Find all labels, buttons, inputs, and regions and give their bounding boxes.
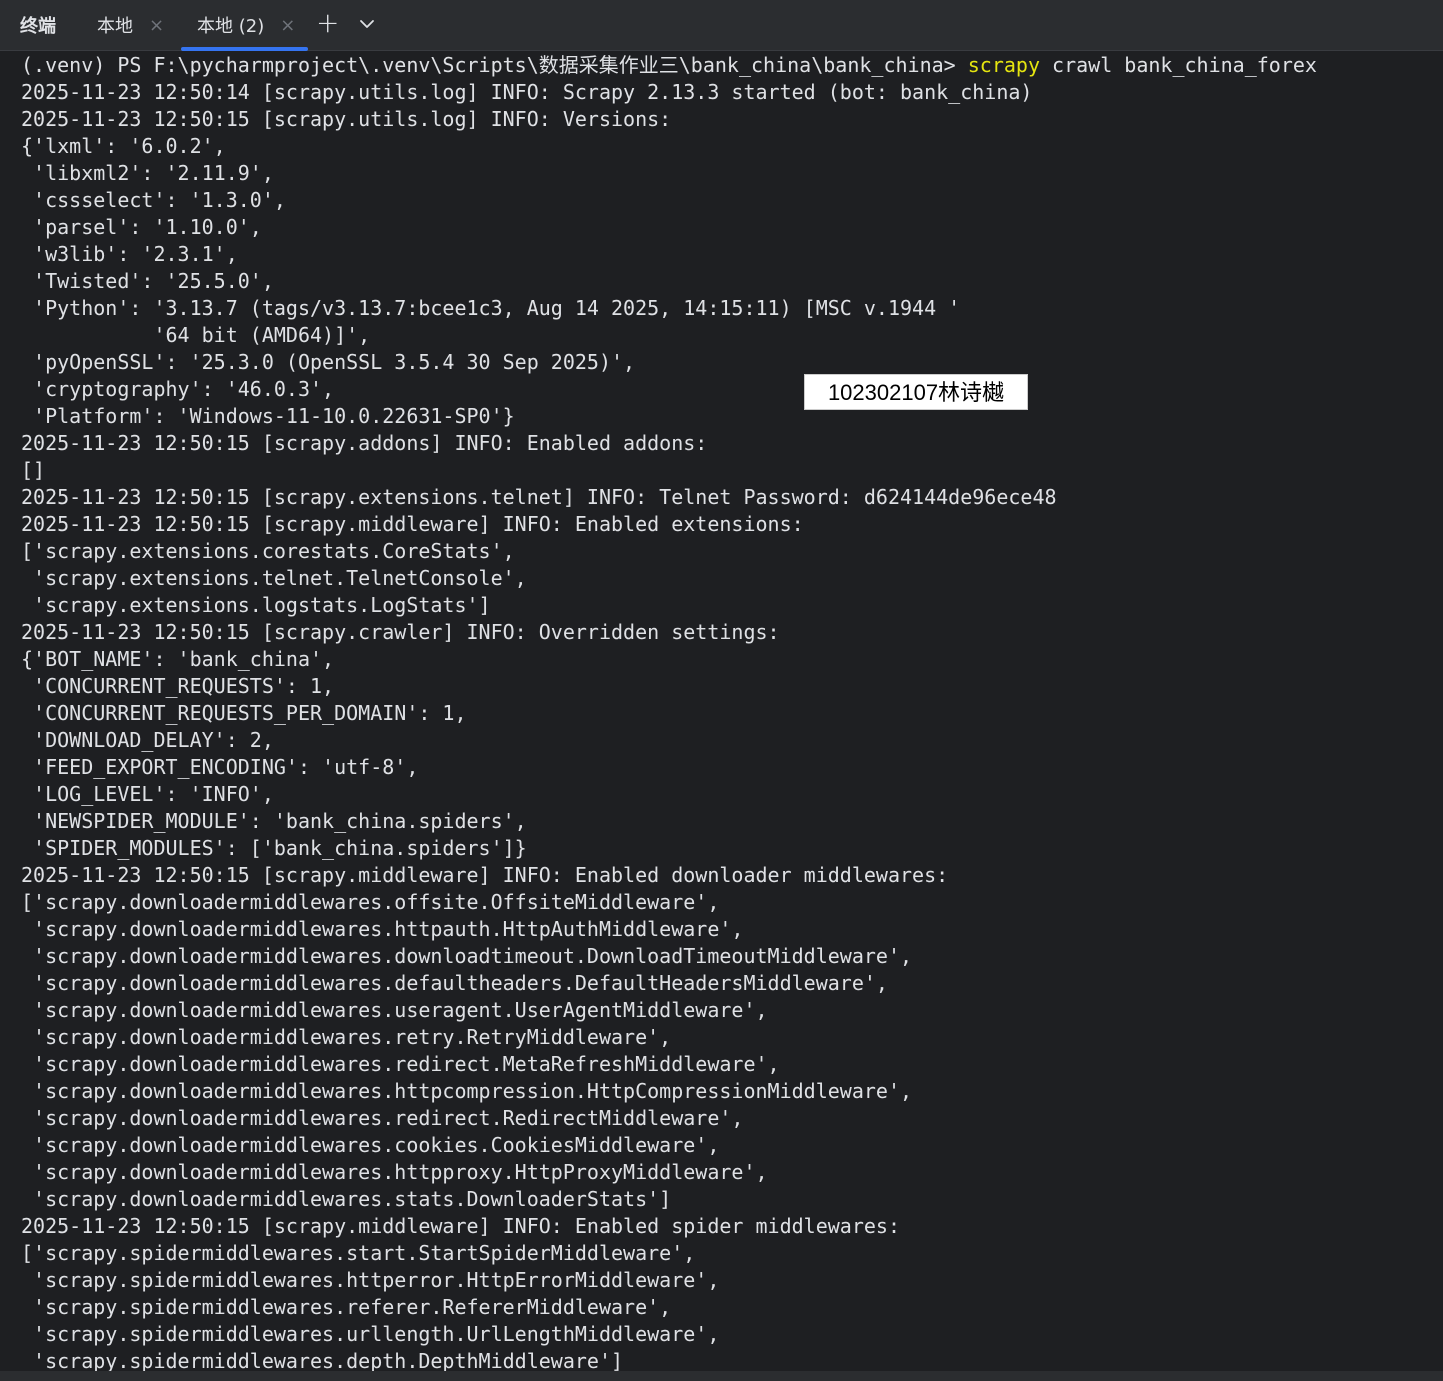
plus-icon[interactable]: + <box>316 8 339 38</box>
chevron-down-icon[interactable] <box>357 14 377 34</box>
log-line: 'scrapy.downloadermiddlewares.stats.Down… <box>21 1187 672 1211</box>
log-line: 2025-11-23 12:50:15 [scrapy.middleware] … <box>21 1214 900 1238</box>
horizontal-scrollbar[interactable] <box>0 1371 1443 1381</box>
log-line: ['scrapy.extensions.corestats.CoreStats'… <box>21 539 515 563</box>
log-line: 'pyOpenSSL': '25.3.0 (OpenSSL 3.5.4 30 S… <box>21 350 636 374</box>
log-line: 'scrapy.downloadermiddlewares.httpcompre… <box>21 1079 913 1103</box>
log-line: 'scrapy.downloadermiddlewares.defaulthea… <box>21 971 888 995</box>
log-line: ['scrapy.spidermiddlewares.start.StartSp… <box>21 1241 696 1265</box>
log-line: 'DOWNLOAD_DELAY': 2, <box>21 728 274 752</box>
log-line: '64 bit (AMD64)]', <box>21 323 371 347</box>
close-icon[interactable]: × <box>149 15 164 36</box>
log-line: {'lxml': '6.0.2', <box>21 134 226 158</box>
command-name: scrapy <box>967 53 1040 77</box>
log-line: 2025-11-23 12:50:15 [scrapy.crawler] INF… <box>21 620 780 644</box>
log-line: 'scrapy.spidermiddlewares.urllength.UrlL… <box>21 1322 720 1346</box>
log-line: 2025-11-23 12:50:15 [scrapy.extensions.t… <box>21 485 1057 509</box>
log-line: 'libxml2': '2.11.9', <box>21 161 274 185</box>
log-line: 'scrapy.downloadermiddlewares.cookies.Co… <box>21 1133 720 1157</box>
tab-label: 本地 <box>97 16 133 37</box>
log-line: 'FEED_EXPORT_ENCODING': 'utf-8', <box>21 755 419 779</box>
log-line: {'BOT_NAME': 'bank_china', <box>21 647 335 671</box>
log-line: 'scrapy.downloadermiddlewares.useragent.… <box>21 998 768 1022</box>
log-line: 2025-11-23 12:50:15 [scrapy.middleware] … <box>21 863 949 887</box>
log-line: 'scrapy.extensions.logstats.LogStats'] <box>21 593 491 617</box>
terminal-output[interactable]: (.venv) PS F:\pycharmproject\.venv\Scrip… <box>0 51 1443 1371</box>
watermark-label: 102302107林诗樾 <box>804 374 1028 410</box>
log-line: 'CONCURRENT_REQUESTS': 1, <box>21 674 335 698</box>
log-line: 'scrapy.downloadermiddlewares.redirect.R… <box>21 1106 744 1130</box>
command-args: crawl bank_china_forex <box>1040 53 1317 77</box>
log-line: 'w3lib': '2.3.1', <box>21 242 238 266</box>
log-line: 2025-11-23 12:50:14 [scrapy.utils.log] I… <box>21 80 1033 104</box>
log-line: 'NEWSPIDER_MODULE': 'bank_china.spiders'… <box>21 809 527 833</box>
log-line: 2025-11-23 12:50:15 [scrapy.addons] INFO… <box>21 431 708 455</box>
terminal-tool-window-header: 终端 本地 × 本地 (2) × + <box>0 0 1443 51</box>
log-line: 'scrapy.spidermiddlewares.depth.DepthMid… <box>21 1349 624 1371</box>
tab-label: 本地 (2) <box>197 16 265 37</box>
log-line: 2025-11-23 12:50:15 [scrapy.middleware] … <box>21 512 804 536</box>
log-line: 'SPIDER_MODULES': ['bank_china.spiders']… <box>21 836 527 860</box>
log-line: 'scrapy.downloadermiddlewares.retry.Retr… <box>21 1025 672 1049</box>
log-line: 'cryptography': '46.0.3', <box>21 377 335 401</box>
close-icon[interactable]: × <box>280 15 295 36</box>
tool-window-title: 终端 <box>20 16 56 37</box>
log-line: [] <box>21 458 46 482</box>
tab-local-2[interactable]: 本地 (2) × <box>181 0 309 51</box>
log-line: 'scrapy.downloadermiddlewares.redirect.M… <box>21 1052 780 1076</box>
log-line: 'scrapy.downloadermiddlewares.downloadti… <box>21 944 913 968</box>
log-line: 'scrapy.extensions.telnet.TelnetConsole'… <box>21 566 527 590</box>
log-line: 'LOG_LEVEL': 'INFO', <box>21 782 274 806</box>
tab-local[interactable]: 本地 × <box>97 0 164 50</box>
log-line: 'scrapy.spidermiddlewares.referer.Refere… <box>21 1295 672 1319</box>
log-line: 'CONCURRENT_REQUESTS_PER_DOMAIN': 1, <box>21 701 467 725</box>
log-line: 'cssselect': '1.3.0', <box>21 188 286 212</box>
prompt-path: (.venv) PS F:\pycharmproject\.venv\Scrip… <box>21 53 968 77</box>
log-line: ['scrapy.downloadermiddlewares.offsite.O… <box>21 890 720 914</box>
log-line: 2025-11-23 12:50:15 [scrapy.utils.log] I… <box>21 107 672 131</box>
prompt-line: (.venv) PS F:\pycharmproject\.venv\Scrip… <box>21 52 1317 79</box>
log-line: 'scrapy.downloadermiddlewares.httpproxy.… <box>21 1160 768 1184</box>
log-line: 'Twisted': '25.5.0', <box>21 269 274 293</box>
log-line: 'scrapy.spidermiddlewares.httperror.Http… <box>21 1268 720 1292</box>
log-line: 'Python': '3.13.7 (tags/v3.13.7:bcee1c3,… <box>21 296 961 320</box>
log-line: 'scrapy.downloadermiddlewares.httpauth.H… <box>21 917 744 941</box>
log-line: 'Platform': 'Windows-11-10.0.22631-SP0'} <box>21 404 515 428</box>
log-line: 'parsel': '1.10.0', <box>21 215 262 239</box>
